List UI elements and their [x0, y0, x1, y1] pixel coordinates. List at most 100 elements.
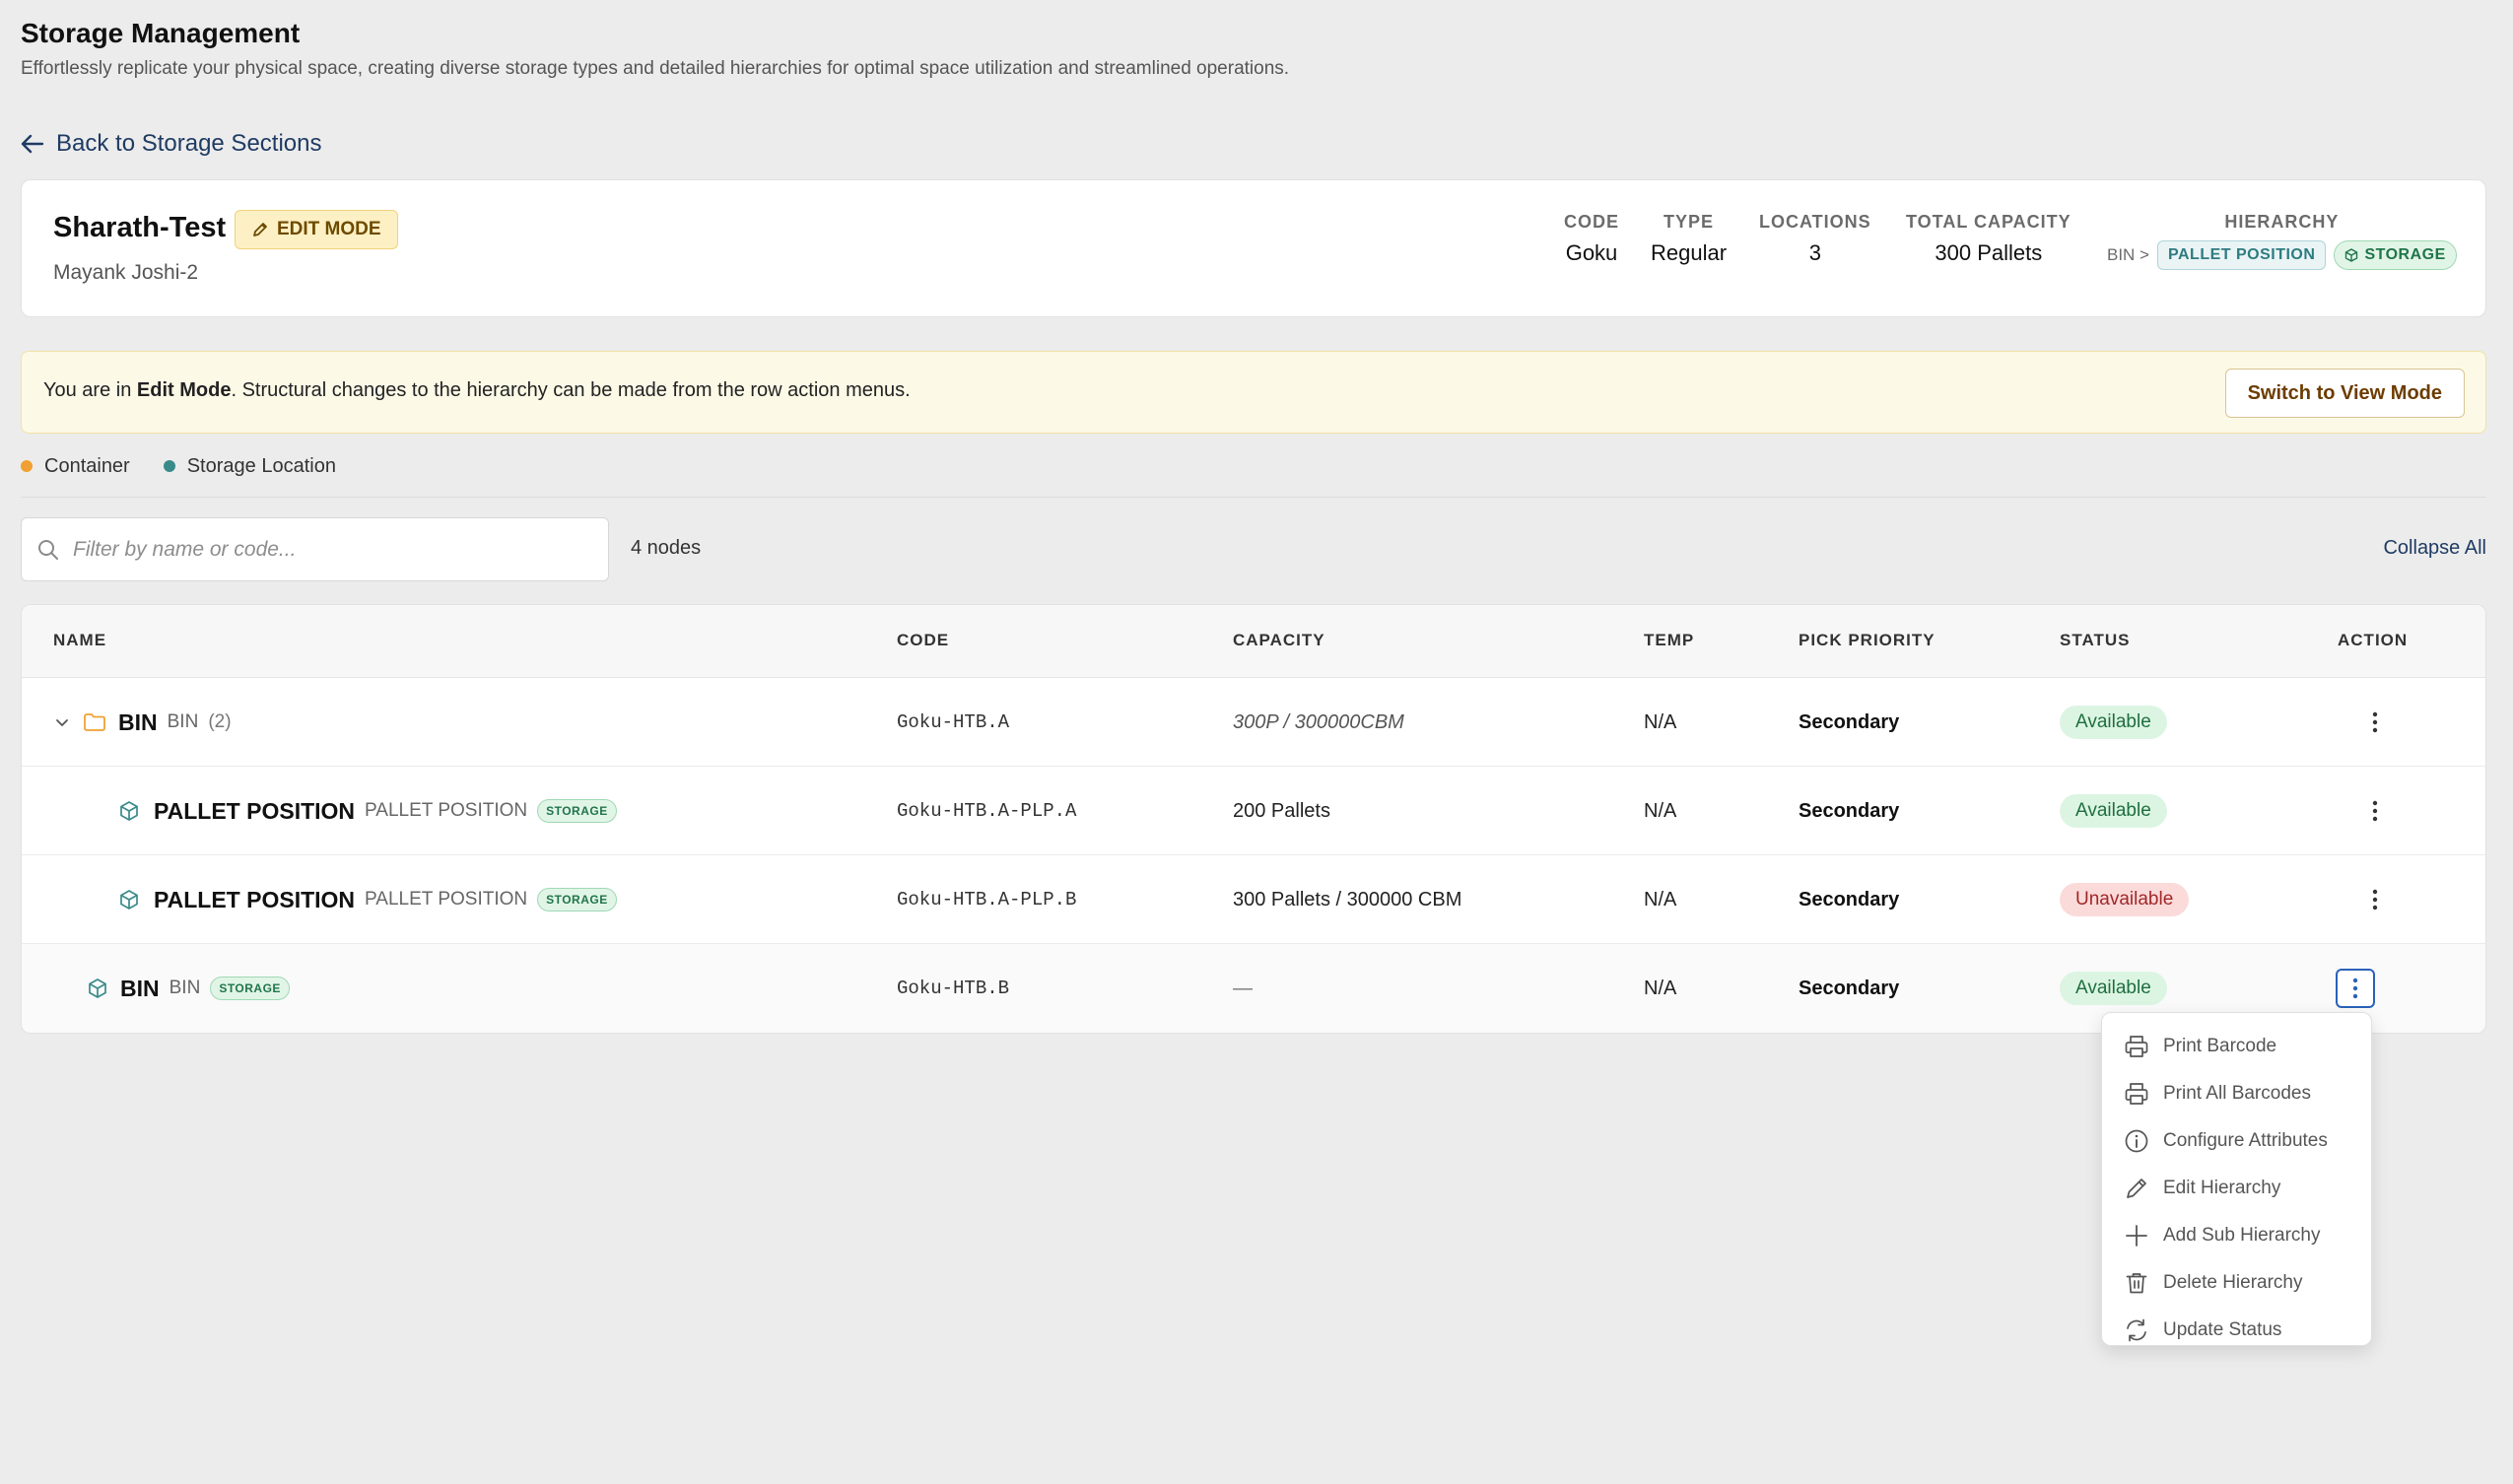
node-count: 4 nodes	[631, 537, 702, 559]
page-title: Storage Management	[21, 18, 301, 48]
cube-icon	[2344, 248, 2358, 262]
row-priority: Secondary	[1799, 888, 1900, 911]
table-row[interactable]: BIN BIN (2) Goku-HTB.A 300P / 300000CBM …	[22, 678, 2485, 767]
menu-item-delete-hierarchy[interactable]: Delete Hierarchy	[2102, 1259, 2371, 1307]
stat-capacity: TOTAL CAPACITY 300 Pallets	[1906, 212, 2072, 266]
legend: Container Storage Location	[21, 451, 336, 481]
row-name: PALLET POSITION	[154, 886, 356, 912]
status-badge: Available	[2060, 972, 2167, 1005]
legend-container: Container	[21, 455, 130, 478]
row-temp: N/A	[1644, 799, 1677, 822]
header-action: ACTION	[2338, 631, 2409, 649]
menu-item-print-barcode[interactable]: Print Barcode	[2102, 1023, 2371, 1070]
row-priority: Secondary	[1799, 799, 1900, 822]
edit-mode-badge: EDIT MODE	[235, 210, 398, 249]
stat-locations-value: 3	[1808, 240, 1821, 265]
trash-icon	[2124, 1270, 2149, 1296]
printer-icon	[2124, 1081, 2149, 1107]
row-code: Goku-HTB.A-PLP.A	[897, 800, 1077, 822]
row-capacity: 200 Pallets	[1233, 799, 1330, 822]
hierarchy-table: NAME CODE CAPACITY TEMP PICK PRIORITY ST…	[21, 604, 2486, 1034]
switch-to-view-mode-button[interactable]: Switch to View Mode	[2224, 369, 2465, 418]
row-name-cell: BIN BIN (2)	[53, 678, 232, 767]
row-temp: N/A	[1644, 977, 1677, 999]
row-actions-button[interactable]	[2355, 791, 2395, 831]
search-input[interactable]	[73, 537, 585, 562]
hierarchy-root: BIN >	[2107, 245, 2149, 264]
status-badge: Available	[2060, 706, 2167, 739]
pencil-icon	[2124, 1176, 2149, 1201]
row-capacity: —	[1233, 977, 1253, 999]
storage-dot	[163, 460, 175, 472]
header-code[interactable]: CODE	[897, 631, 949, 650]
search-box[interactable]	[21, 517, 609, 581]
hierarchy-storage-label: STORAGE	[2364, 246, 2446, 263]
row-action-menu: Print Barcode Print All Barcodes Configu…	[2101, 1012, 2372, 1346]
header-capacity[interactable]: CAPACITY	[1233, 631, 1325, 650]
row-action-cell	[2355, 767, 2395, 855]
row-temp: N/A	[1644, 888, 1677, 911]
page-subtitle: Effortlessly replicate your physical spa…	[21, 58, 1290, 79]
storage-tag: STORAGE	[210, 977, 290, 1000]
chevron-down-icon[interactable]	[53, 713, 71, 731]
row-type: PALLET POSITION	[365, 800, 528, 821]
row-actions-button[interactable]	[2355, 880, 2395, 919]
status-badge: Available	[2060, 794, 2167, 828]
folder-icon	[83, 712, 106, 732]
row-priority: Secondary	[1799, 977, 1900, 999]
row-capacity: 300P / 300000CBM	[1233, 710, 1404, 733]
row-status-cell: Unavailable	[2060, 855, 2190, 944]
row-name-cell: PALLET POSITION PALLET POSITION STORAGE	[118, 855, 617, 944]
storage-tag: STORAGE	[537, 888, 617, 911]
header-name[interactable]: NAME	[53, 631, 106, 650]
status-badge: Unavailable	[2060, 883, 2190, 916]
row-priority: Secondary	[1799, 710, 1900, 733]
header-temp[interactable]: TEMP	[1644, 631, 1694, 650]
header-status[interactable]: STATUS	[2060, 631, 2130, 650]
collapse-all-button[interactable]: Collapse All	[2383, 537, 2486, 560]
more-vertical-icon	[2372, 800, 2378, 822]
stat-code: CODE Goku	[1564, 212, 1619, 266]
row-code: Goku-HTB.B	[897, 978, 1010, 999]
row-name: PALLET POSITION	[154, 797, 356, 824]
back-link-label: Back to Storage Sections	[56, 130, 322, 157]
row-capacity: 300 Pallets / 300000 CBM	[1233, 888, 1462, 911]
row-action-cell	[2355, 855, 2395, 944]
table-row[interactable]: PALLET POSITION PALLET POSITION STORAGE …	[22, 767, 2485, 855]
plus-icon	[2124, 1223, 2149, 1248]
section-card: Sharath-Test EDIT MODE Mayank Joshi-2 CO…	[21, 179, 2486, 317]
table-row[interactable]: PALLET POSITION PALLET POSITION STORAGE …	[22, 855, 2485, 944]
stat-code-label: CODE	[1564, 212, 1620, 232]
menu-item-print-all-barcodes[interactable]: Print All Barcodes	[2102, 1070, 2371, 1117]
stat-locations: LOCATIONS 3	[1759, 212, 1871, 266]
stat-locations-label: LOCATIONS	[1759, 212, 1871, 232]
row-type: BIN	[167, 711, 199, 732]
menu-item-configure-attributes[interactable]: Configure Attributes	[2102, 1117, 2371, 1165]
more-vertical-icon	[2352, 978, 2358, 999]
row-status-cell: Available	[2060, 767, 2167, 855]
back-link[interactable]: Back to Storage Sections	[21, 126, 321, 162]
row-name: BIN	[118, 708, 158, 735]
stat-type: TYPE Regular	[1651, 212, 1727, 266]
row-actions-button[interactable]	[2336, 969, 2375, 1008]
edit-mode-label: EDIT MODE	[277, 219, 381, 239]
table-header: NAME CODE CAPACITY TEMP PICK PRIORITY ST…	[22, 605, 2485, 678]
stat-type-value: Regular	[1651, 240, 1728, 265]
menu-item-update-status[interactable]: Update Status	[2102, 1307, 2371, 1354]
storage-tag: STORAGE	[537, 799, 617, 823]
stat-capacity-value: 300 Pallets	[1935, 240, 2043, 265]
menu-item-add-sub-hierarchy[interactable]: Add Sub Hierarchy	[2102, 1212, 2371, 1259]
more-vertical-icon	[2372, 889, 2378, 911]
menu-item-edit-hierarchy[interactable]: Edit Hierarchy	[2102, 1165, 2371, 1212]
hierarchy-pallet-pill: PALLET POSITION	[2157, 240, 2327, 270]
header-pick-priority[interactable]: PICK PRIORITY	[1799, 631, 1936, 650]
stat-hierarchy-label: HIERARCHY	[2224, 212, 2340, 232]
stat-code-value: Goku	[1565, 240, 1618, 265]
section-name: Sharath-Test	[53, 212, 227, 243]
row-actions-button[interactable]	[2355, 703, 2395, 742]
search-icon	[37, 539, 59, 561]
refresh-icon	[2124, 1317, 2149, 1343]
edit-mode-banner: You are in Edit Mode. Structural changes…	[21, 351, 2486, 434]
info-icon	[2124, 1128, 2149, 1154]
hierarchy-storage-pill: STORAGE	[2334, 240, 2457, 270]
